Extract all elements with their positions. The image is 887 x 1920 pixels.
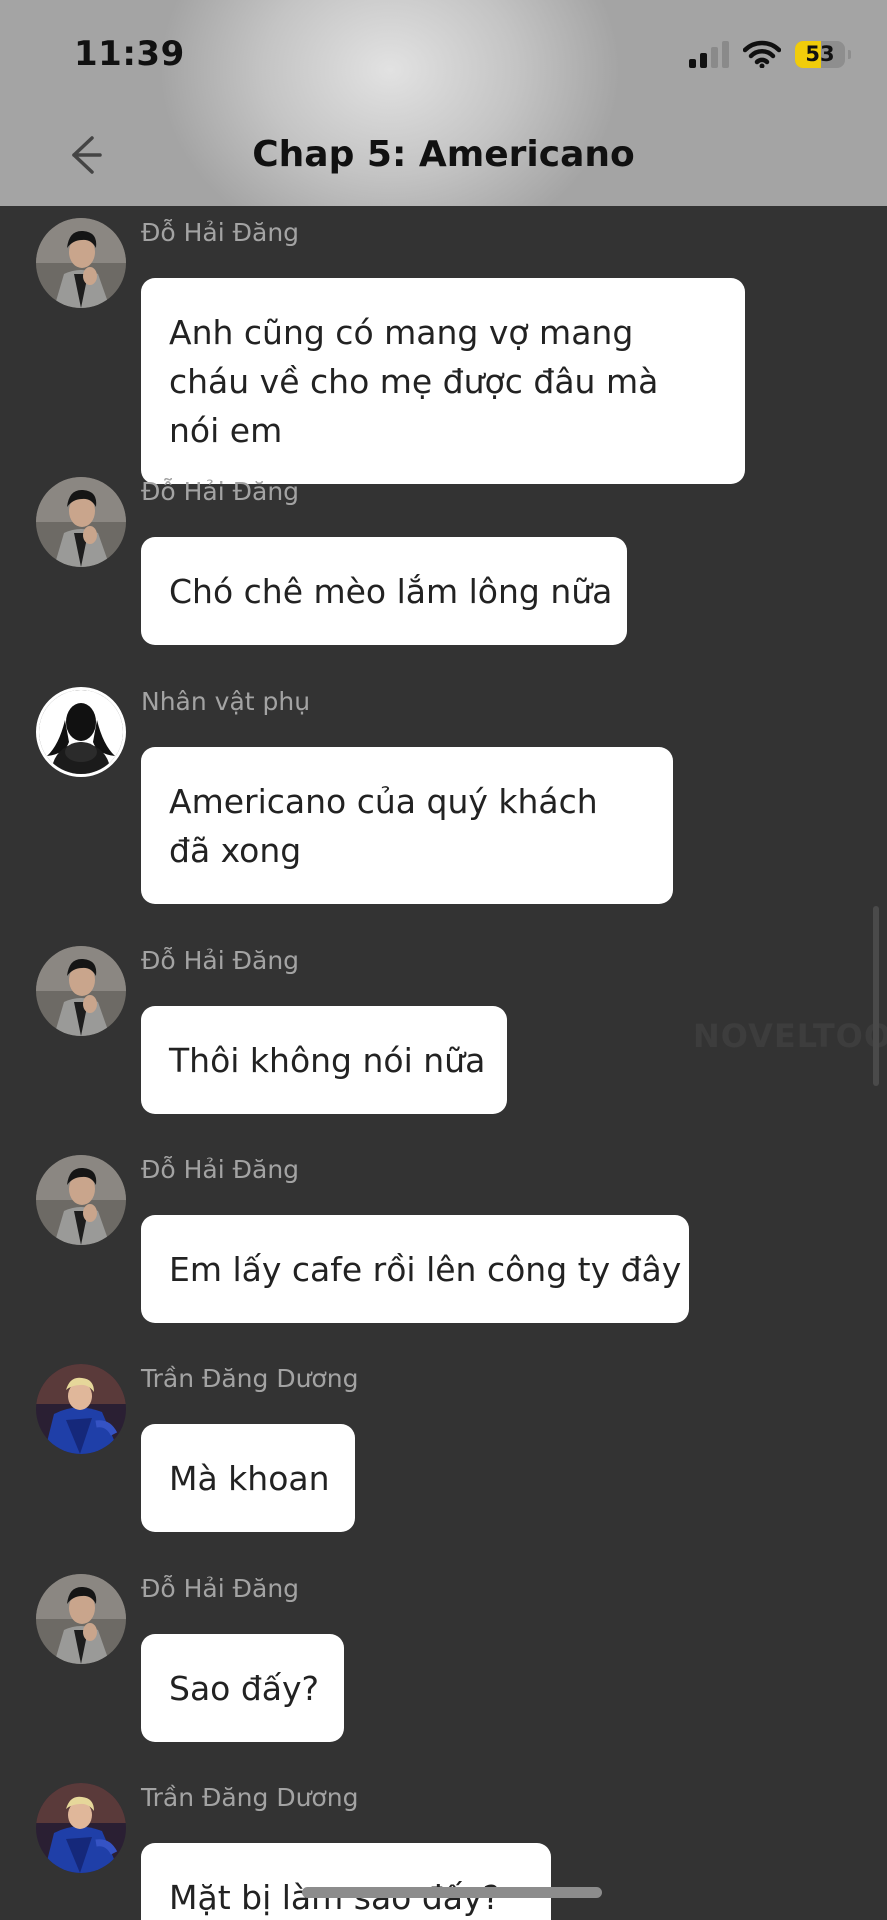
sender-name: Đỗ Hải Đăng <box>141 218 300 247</box>
message-bubble: Em lấy cafe rồi lên công ty đây <box>141 1215 689 1323</box>
avatar[interactable] <box>36 946 126 1036</box>
message-bubble: Anh cũng có mang vợ mang cháu về cho mẹ … <box>141 278 745 484</box>
sender-name: Nhân vật phụ <box>141 687 311 716</box>
message-bubble: Sao đấy? <box>141 1634 344 1742</box>
sender-name: Trần Đăng Dương <box>141 1783 359 1812</box>
avatar[interactable] <box>36 687 126 777</box>
wifi-icon <box>743 40 781 68</box>
sender-name: Đỗ Hải Đăng <box>141 946 300 975</box>
avatar[interactable] <box>36 1364 126 1454</box>
watermark: NOVELTOON <box>693 1017 887 1055</box>
chat-list[interactable]: NOVELTOON Đỗ Hải Đăng Anh cũng có mang v… <box>0 206 887 1920</box>
sender-name: Đỗ Hải Đăng <box>141 477 300 506</box>
sender-name: Đỗ Hải Đăng <box>141 1574 300 1603</box>
home-indicator[interactable] <box>302 1887 602 1898</box>
avatar[interactable] <box>36 1783 126 1873</box>
battery-level: 53 <box>805 41 835 66</box>
scrollbar[interactable] <box>873 906 879 1086</box>
avatar[interactable] <box>36 477 126 567</box>
page-title: Chap 5: Americano <box>252 134 635 175</box>
avatar[interactable] <box>36 1155 126 1245</box>
status-time: 11:39 <box>74 34 185 74</box>
status-icons: 53 <box>689 40 851 68</box>
message-bubble: Thôi không nói nữa <box>141 1006 507 1114</box>
battery-icon: 53 <box>795 40 851 68</box>
header-bar: 11:39 53 Chap 5: Americano <box>0 0 887 206</box>
message-bubble: Mà khoan <box>141 1424 355 1532</box>
sender-name: Trần Đăng Dương <box>141 1364 359 1393</box>
message-bubble: Chó chê mèo lắm lông nữa <box>141 537 627 645</box>
avatar[interactable] <box>36 1574 126 1664</box>
avatar[interactable] <box>36 218 126 308</box>
message-bubble: Mặt bị làm sao đấy? <box>141 1843 551 1920</box>
signal-icon <box>689 40 729 68</box>
message-bubble: Americano của quý khách đã xong <box>141 747 673 904</box>
sender-name: Đỗ Hải Đăng <box>141 1155 300 1184</box>
